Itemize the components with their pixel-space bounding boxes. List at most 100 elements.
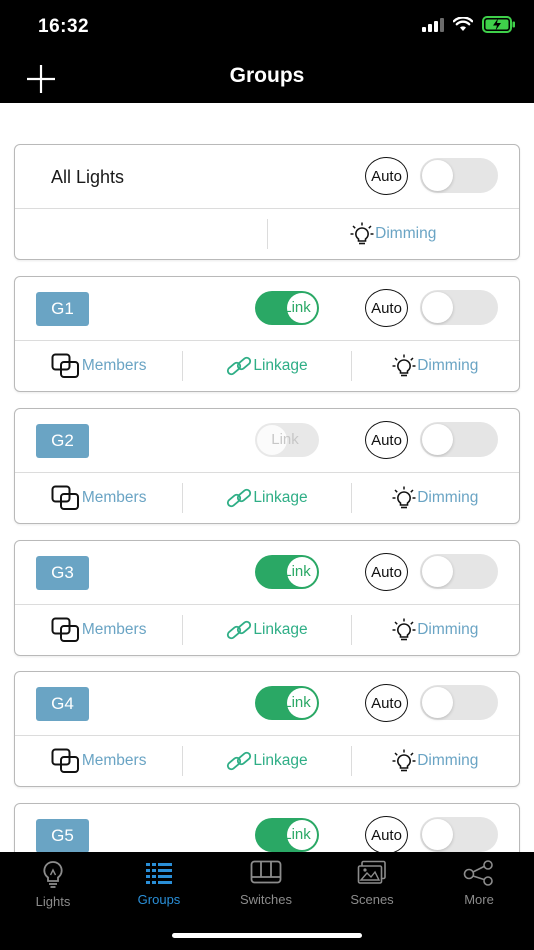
chain-link-icon — [227, 751, 252, 771]
card-actions: Members Linkage Dimming — [15, 605, 519, 655]
group-name-badge[interactable]: G2 — [36, 424, 89, 458]
groups-list[interactable]: All Lights Auto Dimming G1 Link Auto Mem… — [0, 103, 534, 852]
card-header: G2 Link Auto — [15, 409, 519, 473]
dimming-label: Dimming — [417, 489, 479, 506]
bulb-icon — [43, 861, 63, 888]
link-toggle[interactable]: Link — [255, 423, 319, 457]
power-switch[interactable] — [420, 554, 498, 589]
group-name-badge[interactable]: G4 — [36, 687, 89, 721]
switch-knob — [422, 819, 453, 850]
auto-button[interactable]: Auto — [365, 157, 408, 195]
power-switch[interactable] — [420, 290, 498, 325]
linkage-label: Linkage — [253, 357, 308, 374]
group-card: G2 Link Auto Members Linkage Dimming — [14, 408, 520, 524]
cellular-signal-icon — [422, 17, 444, 32]
dimming-button[interactable]: Dimming — [268, 219, 520, 249]
lightbulb-icon — [392, 354, 416, 377]
members-button[interactable]: Members — [15, 351, 184, 381]
auto-button[interactable]: Auto — [365, 553, 408, 591]
empty-action-slot — [15, 219, 268, 249]
linkage-label: Linkage — [253, 752, 308, 769]
card-header: G4 Link Auto — [15, 672, 519, 736]
auto-button[interactable]: Auto — [365, 421, 408, 459]
dimming-label: Dimming — [417, 357, 479, 374]
linkage-button[interactable]: Linkage — [183, 746, 352, 776]
linkage-button[interactable]: Linkage — [183, 615, 352, 645]
members-label: Members — [81, 752, 147, 769]
tab-label: Groups — [137, 892, 181, 907]
linkage-label: Linkage — [253, 621, 308, 638]
members-squares-icon — [51, 748, 79, 773]
link-label: Link — [283, 694, 311, 711]
status-time: 16:32 — [38, 16, 90, 37]
card-header: G3 Link Auto — [15, 541, 519, 605]
tab-switches[interactable]: Switches — [213, 860, 319, 907]
linkage-label: Linkage — [253, 489, 308, 506]
members-button[interactable]: Members — [15, 615, 184, 645]
members-label: Members — [81, 621, 147, 638]
group-card: G1 Link Auto Members Linkage Dimming — [14, 276, 520, 392]
dimming-button[interactable]: Dimming — [352, 483, 519, 513]
power-switch[interactable] — [420, 817, 498, 852]
dimming-button[interactable]: Dimming — [352, 746, 519, 776]
home-indicator[interactable] — [172, 933, 362, 938]
card-actions: Members Linkage Dimming — [15, 473, 519, 523]
link-toggle[interactable]: Link — [255, 818, 319, 852]
members-label: Members — [81, 489, 147, 506]
groups-list-icon — [146, 863, 172, 884]
card-header: All Lights Auto — [15, 145, 519, 209]
dimming-button[interactable]: Dimming — [352, 615, 519, 645]
link-label: Link — [283, 563, 311, 580]
card-header: G1 Link Auto — [15, 277, 519, 341]
members-label: Members — [81, 357, 147, 374]
all-lights-card: All Lights Auto Dimming — [14, 144, 520, 260]
switch-knob — [422, 556, 453, 587]
tab-label: Switches — [239, 892, 293, 907]
link-toggle[interactable]: Link — [255, 555, 319, 589]
linkage-button[interactable]: Linkage — [183, 351, 352, 381]
group-name-badge[interactable]: G1 — [36, 292, 89, 326]
members-button[interactable]: Members — [15, 483, 184, 513]
members-button[interactable]: Members — [15, 746, 184, 776]
tab-label: More — [464, 892, 494, 907]
top-bar: 16:32 Groups — [0, 0, 534, 103]
switch-knob — [422, 160, 453, 191]
auto-button[interactable]: Auto — [365, 684, 408, 722]
link-toggle[interactable]: Link — [255, 686, 319, 720]
power-switch[interactable] — [420, 422, 498, 457]
dimming-label: Dimming — [417, 621, 479, 638]
link-label: Link — [271, 431, 299, 448]
auto-button[interactable]: Auto — [365, 816, 408, 852]
auto-button[interactable]: Auto — [365, 289, 408, 327]
chain-link-icon — [227, 356, 252, 376]
power-switch[interactable] — [420, 685, 498, 720]
group-card: G5 Link Auto — [14, 803, 520, 852]
tab-more[interactable]: More — [426, 860, 532, 907]
chain-link-icon — [227, 488, 252, 508]
card-actions: Members Linkage Dimming — [15, 341, 519, 391]
status-icons — [422, 16, 516, 33]
group-name-badge[interactable]: G3 — [36, 556, 89, 590]
group-name-badge[interactable]: G5 — [36, 819, 89, 852]
chain-link-icon — [227, 620, 252, 640]
power-switch[interactable] — [420, 158, 498, 193]
tab-label: Lights — [35, 894, 71, 909]
switch-knob — [422, 687, 453, 718]
share-nodes-icon — [463, 860, 493, 886]
wifi-icon — [453, 17, 473, 31]
link-label: Link — [283, 826, 311, 843]
tab-groups[interactable]: Groups — [106, 860, 212, 907]
page-title: Groups — [229, 64, 305, 87]
switch-knob — [422, 292, 453, 323]
members-squares-icon — [51, 485, 79, 510]
tab-lights[interactable]: Lights — [0, 860, 106, 909]
linkage-button[interactable]: Linkage — [183, 483, 352, 513]
link-toggle[interactable]: Link — [255, 291, 319, 325]
dimming-button[interactable]: Dimming — [352, 351, 519, 381]
tab-scenes[interactable]: Scenes — [319, 860, 425, 907]
all-lights-title: All Lights — [51, 167, 125, 187]
members-squares-icon — [51, 353, 79, 378]
lightbulb-icon — [392, 618, 416, 641]
groups-screen: 16:32 Groups All Lights Auto Dimming G1 … — [0, 0, 534, 950]
lightbulb-icon — [392, 749, 416, 772]
